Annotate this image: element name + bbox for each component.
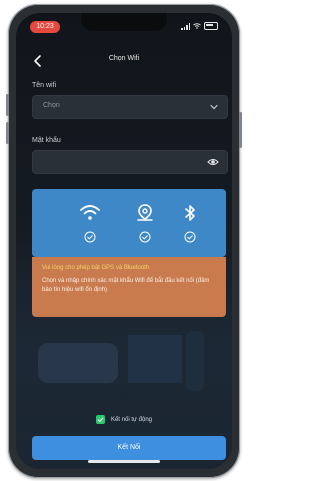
power-button bbox=[239, 112, 242, 148]
eye-icon[interactable] bbox=[207, 156, 219, 168]
permission-location bbox=[131, 203, 159, 257]
status-icons bbox=[181, 22, 218, 30]
home-indicator bbox=[88, 460, 160, 463]
check-circle-icon bbox=[84, 231, 96, 243]
phone-frame: 10:23 Chọn Wifi Tên wifi Chọn Mật khẩu V… bbox=[6, 4, 242, 478]
bluetooth-icon bbox=[185, 205, 195, 221]
background-window bbox=[128, 335, 182, 383]
wifi-status-icon bbox=[193, 23, 201, 29]
connect-button[interactable]: Kết Nối bbox=[32, 436, 226, 460]
tip-heading: Vui lòng cho phép bật GPS và Bluetooth bbox=[42, 265, 150, 271]
battery-icon bbox=[204, 22, 218, 30]
password-label: Mật khẩu bbox=[32, 137, 61, 144]
auto-connect-checkbox[interactable] bbox=[95, 415, 105, 424]
check-circle-icon bbox=[184, 231, 196, 243]
permission-wifi bbox=[76, 203, 104, 257]
volume-down-button bbox=[6, 122, 9, 144]
location-icon bbox=[137, 204, 153, 221]
status-time: 10:23 bbox=[30, 21, 60, 33]
check-circle-icon bbox=[139, 231, 151, 243]
wifi-select[interactable]: Chọn bbox=[32, 95, 228, 119]
permission-tip: Vui lòng cho phép bật GPS và Bluetooth C… bbox=[32, 257, 226, 317]
background-sofa bbox=[38, 343, 118, 383]
nav-bar: Chọn Wifi bbox=[16, 53, 232, 69]
auto-connect-label: Kết nối tự động bbox=[110, 416, 153, 423]
background-lamp bbox=[186, 331, 204, 391]
wifi-select-placeholder: Chọn bbox=[43, 102, 60, 109]
chevron-down-icon bbox=[210, 104, 218, 110]
permissions-card bbox=[32, 189, 226, 257]
password-field[interactable] bbox=[32, 150, 228, 174]
page-title: Chọn Wifi bbox=[108, 55, 140, 62]
signal-icon bbox=[181, 22, 190, 30]
permission-bluetooth bbox=[176, 203, 204, 257]
wifi-icon bbox=[80, 205, 100, 220]
tip-body: Chọn và nhập chính xác mật khẩu Wifi để … bbox=[42, 278, 210, 293]
check-icon bbox=[97, 417, 104, 423]
app-screen: 10:23 Chọn Wifi Tên wifi Chọn Mật khẩu V… bbox=[16, 13, 232, 469]
notch bbox=[81, 13, 167, 31]
auto-connect-row: Kết nối tự động bbox=[16, 415, 232, 424]
volume-up-button bbox=[6, 94, 9, 116]
wifi-name-label: Tên wifi bbox=[32, 82, 57, 89]
